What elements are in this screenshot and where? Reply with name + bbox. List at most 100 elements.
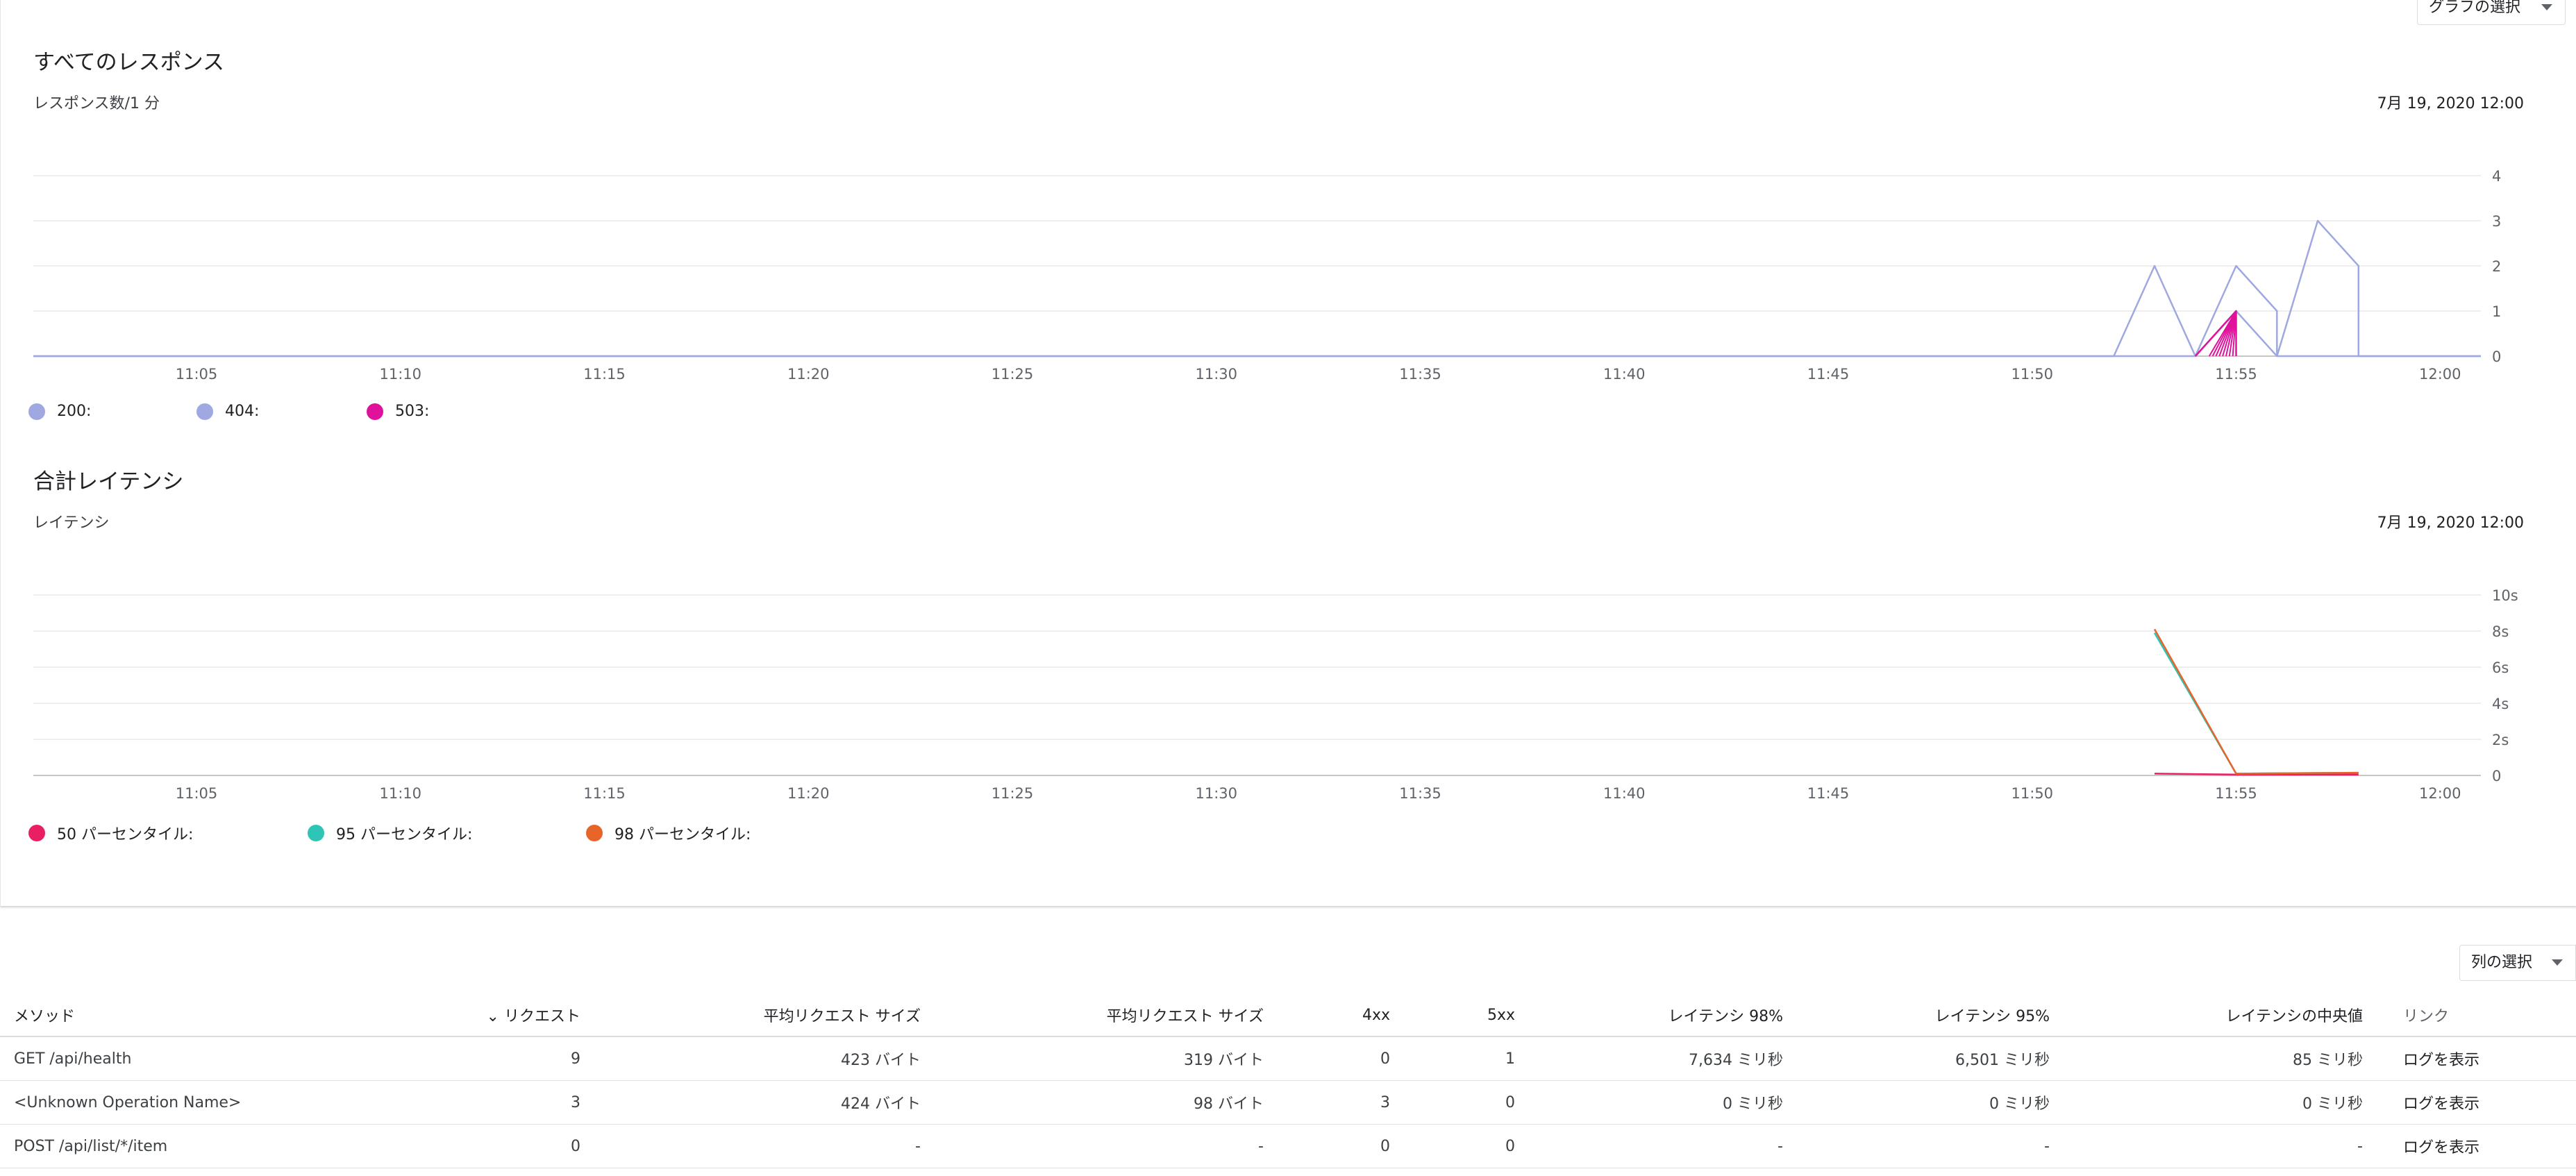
column-select-dropdown[interactable]: 列の選択 (2459, 945, 2576, 981)
header-avg-request-size[interactable]: 平均リクエスト サイズ (587, 994, 928, 1037)
header-avg-response-size[interactable]: 平均リクエスト サイズ (928, 994, 1271, 1037)
x-tick-label: 12:00 (2419, 785, 2461, 802)
y-tick-label: 4 (2492, 168, 2501, 185)
y-tick-label: 10s (2492, 587, 2518, 604)
responses-chart-title: すべてのレスポンス (33, 50, 224, 75)
x-tick-label: 11:50 (2011, 366, 2053, 383)
x-tick-label: 11:30 (1195, 785, 1237, 802)
table-header-row: メソッド ⌄ リクエスト 平均リクエスト サイズ 平均リクエスト サイズ 4xx… (0, 994, 2576, 1037)
legend-label: 200: (57, 403, 92, 420)
cell-5xx: 1 (1397, 1036, 1522, 1081)
cell-4xx: 0 (1271, 1036, 1397, 1081)
legend-label: 95 パーセンタイル: (336, 826, 473, 843)
view-logs-link[interactable]: ログを表示 (2370, 1124, 2576, 1168)
header-requests-label: リクエスト (503, 1008, 580, 1025)
cell-latency-median: 0 ミリ秒 (2057, 1080, 2370, 1125)
legend-label: 503: (395, 403, 430, 420)
x-tick-label: 11:35 (1399, 785, 1441, 802)
x-tick-label: 11:45 (1807, 366, 1850, 383)
x-tick-label: 11:05 (176, 785, 218, 802)
x-tick-label: 11:20 (787, 785, 830, 802)
y-tick-label: 2 (2492, 258, 2501, 275)
header-latency-98[interactable]: レイテンシ 98% (1522, 994, 1790, 1037)
series-line (2153, 628, 2359, 775)
legend-label: 50 パーセンタイル: (57, 826, 194, 843)
y-tick-label: 2s (2492, 732, 2509, 748)
operations-table: メソッド ⌄ リクエスト 平均リクエスト サイズ 平均リクエスト サイズ 4xx… (0, 994, 2576, 1168)
x-tick-label: 11:15 (583, 785, 626, 802)
cell-5xx: 0 (1397, 1124, 1522, 1168)
x-tick-label: 11:40 (1603, 785, 1646, 802)
x-tick-label: 11:20 (787, 366, 830, 383)
cell-latency-median: 85 ミリ秒 (2057, 1036, 2370, 1081)
x-tick-label: 11:25 (992, 366, 1034, 383)
view-logs-link[interactable]: ログを表示 (2370, 1080, 2576, 1125)
header-5xx[interactable]: 5xx (1397, 994, 1522, 1037)
view-logs-link[interactable]: ログを表示 (2370, 1036, 2576, 1081)
responses-chart-date: 7月 19, 2020 12:00 (2377, 95, 2524, 112)
x-tick-label: 11:55 (2215, 366, 2257, 383)
legend-item-p98[interactable]: 98 パーセンタイル: (586, 822, 751, 844)
legend-item-p50[interactable]: 50 パーセンタイル: (28, 822, 308, 844)
legend-dot (308, 825, 324, 841)
header-4xx[interactable]: 4xx (1271, 994, 1397, 1037)
legend-label: 404: (225, 403, 260, 420)
legend-item-404[interactable]: 404: (196, 403, 367, 420)
column-select-label: 列の選択 (2470, 954, 2532, 971)
cell-latency-98: 7,634 ミリ秒 (1522, 1036, 1790, 1081)
cell-avg-response-size: 98 バイト (928, 1080, 1271, 1125)
graph-select-dropdown[interactable]: グラフの選択 (2416, 0, 2566, 25)
table-row: POST /api/list/*/item 0 - - 0 0 - - - ログ… (0, 1124, 2576, 1168)
x-tick-label: 12:00 (2419, 366, 2461, 383)
y-tick-label: 8s (2492, 623, 2509, 640)
x-tick-label: 11:40 (1603, 366, 1646, 383)
cell-requests: 0 (417, 1124, 587, 1168)
header-method[interactable]: メソッド (0, 994, 417, 1037)
y-tick-label: 0 (2492, 348, 2501, 365)
legend-dot (28, 825, 45, 841)
cell-latency-median: - (2057, 1124, 2370, 1168)
cell-latency-98: - (1522, 1124, 1790, 1168)
cell-avg-request-size: - (587, 1124, 928, 1168)
cell-avg-request-size: 424 バイト (587, 1080, 928, 1125)
header-requests[interactable]: ⌄ リクエスト (417, 994, 587, 1037)
latency-chart-title: 合計レイテンシ (33, 469, 184, 494)
legend-dot (28, 403, 45, 420)
legend-item-503[interactable]: 503: (367, 403, 429, 420)
cell-4xx: 0 (1271, 1124, 1397, 1168)
caret-down-icon (2541, 4, 2552, 10)
legend-item-p95[interactable]: 95 パーセンタイル: (308, 822, 586, 844)
latency-legend: 50 パーセンタイル: 95 パーセンタイル: 98 パーセンタイル: (28, 822, 751, 844)
header-latency-95[interactable]: レイテンシ 95% (1790, 994, 2057, 1037)
cell-requests: 9 (417, 1036, 587, 1081)
legend-item-200[interactable]: 200: (28, 403, 196, 420)
legend-label: 98 パーセンタイル: (614, 826, 751, 843)
x-tick-label: 11:25 (992, 785, 1034, 802)
x-tick-label: 11:10 (379, 785, 421, 802)
responses-chart-subtitle: レスポンス数/1 分 (33, 95, 160, 112)
sort-desc-icon: ⌄ (486, 1008, 504, 1025)
latency-chart: 0 2s 4s 6s 8s 10s 11:05 11:10 11:15 11:20 11:25 11:… (33, 587, 2518, 802)
x-tick-label: 11:15 (583, 366, 626, 383)
x-tick-label: 11:30 (1195, 366, 1237, 383)
cell-latency-95: 6,501 ミリ秒 (1790, 1036, 2057, 1081)
responses-chart: 0 1 2 3 4 11:05 11:10 11:15 11:20 11:25 11:30 11:35… (33, 168, 2501, 383)
y-tick-label: 3 (2492, 213, 2501, 230)
y-tick-label: 0 (2492, 768, 2501, 784)
table-row: <Unknown Operation Name> 3 424 バイト 98 バイ… (0, 1080, 2576, 1125)
table-row: GET /api/health 9 423 バイト 319 バイト 0 1 7,… (0, 1036, 2576, 1081)
x-tick-label: 11:05 (176, 366, 218, 383)
header-latency-median[interactable]: レイテンシの中央値 (2057, 994, 2370, 1037)
series-line (33, 310, 2481, 358)
cell-5xx: 0 (1397, 1080, 1522, 1125)
charts-card: グラフの選択 すべてのレスポンス レスポンス数/1 分 7月 19, 2020 … (0, 0, 2576, 906)
y-tick-label: 1 (2492, 303, 2501, 320)
cell-latency-95: - (1790, 1124, 2057, 1168)
cell-avg-response-size: - (928, 1124, 1271, 1168)
cell-requests: 3 (417, 1080, 587, 1125)
cell-latency-98: 0 ミリ秒 (1522, 1080, 1790, 1125)
x-tick-label: 11:50 (2011, 785, 2053, 802)
legend-dot (586, 825, 603, 841)
x-tick-label: 11:35 (1399, 366, 1441, 383)
latency-chart-date: 7月 19, 2020 12:00 (2377, 514, 2524, 532)
